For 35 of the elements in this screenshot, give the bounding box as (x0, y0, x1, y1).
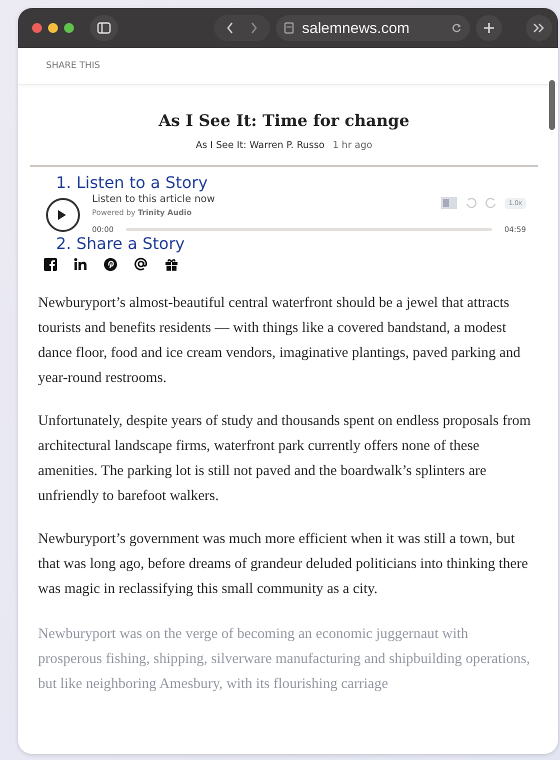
minimize-icon[interactable] (48, 23, 58, 33)
back-icon (226, 22, 234, 34)
sidebar-button[interactable] (90, 15, 118, 41)
scrollbar-thumb[interactable] (549, 80, 555, 130)
url-text: salemnews.com (302, 20, 411, 36)
article-paragraph: Newburyport’s almost-beautiful central waterfront should be a jewel that attracts tourists and benefits residents — with things like a covered bandstand, a modest dance floor, food and ice cream vendors, imaginative plantings, paved parking and year-round restrooms. (38, 294, 522, 388)
gift-icon[interactable] (165, 258, 178, 270)
close-icon[interactable] (32, 23, 42, 33)
forward-icon (250, 22, 258, 34)
chevrons-icon (533, 23, 545, 33)
address-bar[interactable]: salemnews.com (276, 15, 470, 41)
article-paragraph: Newburyport was on the verge of becoming an economic juggernaut with prosperous fishing, shipping, silverware manufacturing and shipbuilding operations, but like neighboring Amesbury, with its flourishing carriage (38, 625, 532, 694)
share-label[interactable]: SHARE THIS (46, 61, 100, 71)
section-heading: 2. Share a Story (56, 234, 186, 253)
plus-icon (483, 22, 495, 34)
byline: As I See It: Warren P. Russo (196, 140, 325, 151)
progress-track[interactable] (126, 228, 492, 231)
section-heading: 1. Listen to a Story (56, 173, 209, 192)
at-sign-icon[interactable] (134, 257, 148, 271)
player-title: Listen to this article now (92, 194, 215, 205)
pinterest-icon[interactable] (104, 258, 117, 270)
page-icon (284, 22, 294, 34)
article-paragraph: Newburyport’s government was much more efficient when it was still a town, but that was long ago, before dreams of grandeur deluded politicians into thinking there was magic in reclassifying this small community as a city. (38, 530, 529, 599)
maximize-icon[interactable] (64, 23, 74, 33)
timestamp: 1 hr ago (332, 140, 372, 151)
play-button[interactable] (46, 198, 80, 232)
facebook-icon[interactable] (44, 258, 57, 270)
article-title: As I See It: Time for change (158, 111, 410, 130)
reload-icon[interactable] (451, 22, 462, 34)
play-icon (56, 209, 66, 221)
more-button[interactable] (526, 15, 552, 41)
sidebar-icon (97, 22, 111, 34)
new-tab-button[interactable] (476, 15, 502, 41)
article-paragraph: Unfortunately, despite years of study and thousands spent on endless proposals from architectural landscape firms, waterfront park currently offers none of these amenities. The parking lot is still not paved and the boardwalk’s splinters are unfriendly to barefoot walkers. (38, 412, 532, 506)
linkedin-icon[interactable] (74, 258, 87, 270)
